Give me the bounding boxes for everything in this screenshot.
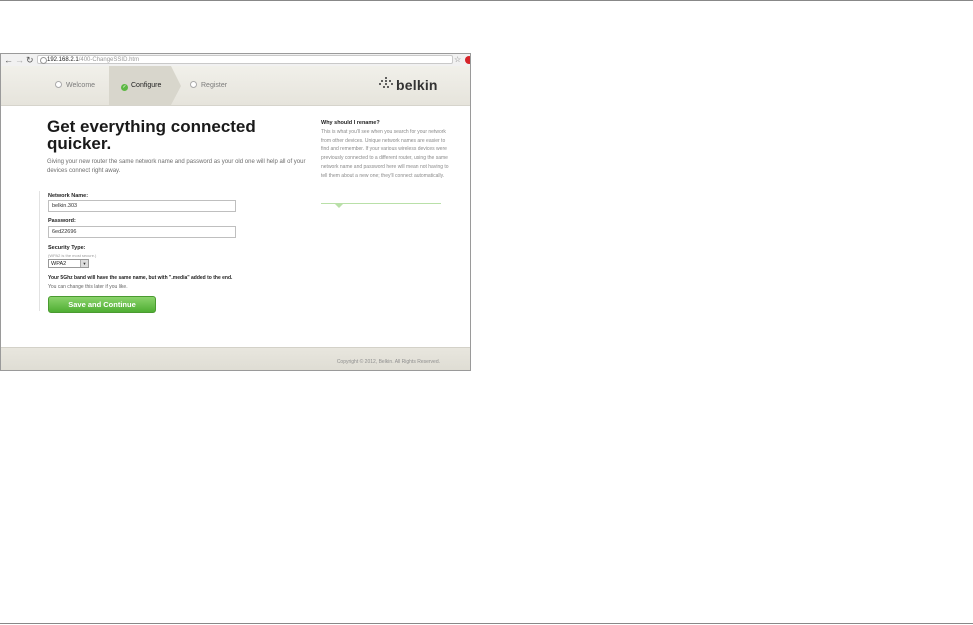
brand-name: belkin xyxy=(396,77,438,93)
security-type-label: Security Type: xyxy=(48,245,86,251)
copyright-text: Copyright © 2012, Belkin. All Rights Res… xyxy=(336,359,440,365)
page-info-icon xyxy=(40,57,47,64)
forward-arrow-icon[interactable]: → xyxy=(15,54,24,66)
network-name-input[interactable]: belkin.303 xyxy=(48,200,236,212)
belkin-dots-icon xyxy=(379,76,393,92)
reload-icon[interactable]: ↻ xyxy=(26,54,34,66)
address-bar[interactable]: 192.168.2.1/400-ChangeSSID.htm xyxy=(37,55,453,64)
password-input[interactable]: 6ed22696 xyxy=(48,226,236,238)
password-label: Password: xyxy=(48,218,76,224)
step-circle-icon xyxy=(55,81,62,88)
form-divider xyxy=(39,191,40,311)
band-note: Your 5Ghz band will have the same name, … xyxy=(48,275,233,281)
help-title: Why should I rename? xyxy=(321,120,380,126)
back-arrow-icon[interactable]: ← xyxy=(4,54,13,66)
step-label: Welcome xyxy=(66,82,96,89)
bottom-rule xyxy=(0,623,973,624)
step-configure: ✓ Configure xyxy=(109,66,171,105)
dropdown-arrow-icon[interactable]: ▼ xyxy=(80,260,88,267)
intro-text: Giving your new router the same network … xyxy=(47,159,306,174)
top-rule xyxy=(0,0,973,1)
page-footer: Copyright © 2012, Belkin. All Rights Res… xyxy=(1,347,470,370)
setup-steps-bar: Welcome ✓ Configure Register belkin xyxy=(1,66,470,106)
security-type-value: WPA2 xyxy=(51,261,67,267)
step-label: Configure xyxy=(131,82,162,89)
browser-menu-icon[interactable] xyxy=(465,56,470,64)
network-name-label: Network Name: xyxy=(48,193,89,199)
change-later-note: You can change this later if you like. xyxy=(48,284,128,290)
help-notch xyxy=(334,203,344,208)
save-and-continue-button[interactable]: Save and Continue xyxy=(48,296,156,313)
step-welcome: Welcome xyxy=(55,66,95,105)
page-title: Get everything connected quicker. xyxy=(47,117,256,153)
router-setup-screenshot: ← → ↻ 192.168.2.1/400-ChangeSSID.htm ☆ W… xyxy=(0,53,471,371)
step-circle-icon xyxy=(190,81,197,88)
security-type-select[interactable]: WPA2 ▼ xyxy=(48,259,89,268)
step-register: Register xyxy=(190,66,227,105)
help-text: This is what you'll see when you search … xyxy=(321,129,449,179)
step-arrow xyxy=(171,66,181,105)
security-hint: (WPA2 is the most secure.) xyxy=(48,253,97,258)
step-label: Register xyxy=(201,82,228,89)
bookmark-star-icon[interactable]: ☆ xyxy=(454,54,461,66)
url-path: /400-ChangeSSID.htm xyxy=(78,57,140,63)
step-check-icon: ✓ xyxy=(121,84,128,91)
url-host: 192.168.2.1 xyxy=(47,57,79,63)
